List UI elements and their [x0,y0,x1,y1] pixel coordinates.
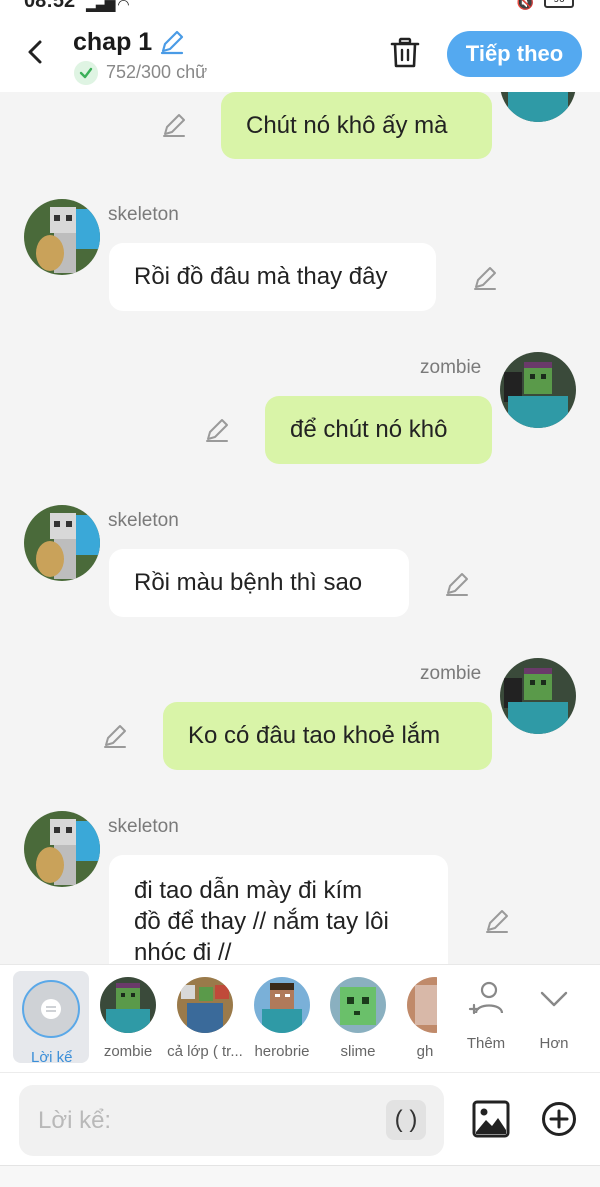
avatar-skeleton[interactable] [24,505,100,581]
narrator-label: Lời kể [31,1049,73,1066]
pencil-icon[interactable] [483,907,511,935]
back-arrow-icon[interactable] [22,38,50,66]
plus-circle-icon[interactable] [541,1101,577,1137]
status-time: 08:52 [24,0,76,12]
narration-icon [41,999,61,1019]
message-bubble[interactable]: để chút nó khô [265,396,492,464]
bottom-divider [0,1165,600,1187]
add-label: Thêm [466,1035,506,1052]
avatar-zombie[interactable] [500,352,576,428]
avatar [254,977,310,1033]
pencil-icon[interactable] [203,416,231,444]
message-bubble[interactable]: đi tao dẫn mày đi kím đồ để thay // nắm … [109,855,448,964]
character-label: slime [340,1043,376,1060]
message-text: để chút nó khô [290,416,448,443]
character-gh[interactable]: gh [395,965,437,1072]
trash-icon[interactable] [388,36,422,70]
message-text-line: đồ để thay // nắm tay lôi [134,908,389,935]
message-text-line: đi tao dẫn mày đi kím [134,877,363,904]
narrator-tab[interactable]: Lời kể [13,971,89,1066]
battery-icon: 96 [544,0,574,8]
character-ca-lop[interactable]: cả lớp ( tr... [165,965,245,1072]
composer-bar: ( ) [0,1072,600,1187]
speaker-name: zombie [420,663,482,684]
signal-icon: ▂▄▆ ◠ [86,0,130,12]
pencil-icon[interactable] [101,722,129,750]
character-label: cả lớp ( tr... [167,1043,243,1060]
more-button[interactable]: Hơn [521,965,587,1072]
message-text: Ko có đâu tao khoẻ lắm [188,722,441,749]
narrator-avatar [22,980,80,1038]
avatar-skeleton[interactable] [24,811,100,887]
character-label: herobrie [254,1043,310,1060]
image-icon[interactable] [472,1100,510,1138]
pencil-icon[interactable] [471,264,499,292]
message-text: Chút nó khô ấy mà [246,111,448,139]
avatar [100,977,156,1033]
character-slime[interactable]: slime [318,965,398,1072]
speaker-name: zombie [420,357,482,378]
message-text-line: nhóc đi // [134,939,232,964]
speaker-name: skeleton [108,510,179,531]
message-bubble[interactable]: Rồi đồ đâu mà thay đây [109,243,436,311]
avatar [407,977,437,1033]
avatar-zombie[interactable] [500,92,576,122]
person-add-icon [468,981,504,1015]
header: chap 1 752/300 chữ Tiếp theo [0,12,600,92]
more-label: Hơn [539,1035,569,1052]
speaker-name: skeleton [108,816,179,837]
chevron-down-icon [540,991,568,1007]
avatar [330,977,386,1033]
parentheses-button[interactable]: ( ) [386,1100,426,1140]
message-bubble[interactable]: Chút nó khô ấy mà [221,92,492,159]
message-text: Rồi đồ đâu mà thay đây [134,263,388,290]
character-label: gh [416,1043,434,1060]
check-icon [74,61,98,85]
character-herobrine[interactable]: herobrie [242,965,322,1072]
message-bubble[interactable]: Ko có đâu tao khoẻ lắm [163,702,492,770]
narration-input[interactable] [19,1085,444,1156]
chapter-title: chap 1 [73,28,153,56]
message-bubble[interactable]: Rồi màu bệnh thì sao [109,549,409,617]
avatar-zombie[interactable] [500,658,576,734]
status-bar: 08:52 ▂▄▆ ◠ 🔇 96 [0,0,600,12]
avatar-skeleton[interactable] [24,199,100,275]
mute-icon: 🔇 [516,0,534,10]
next-button[interactable]: Tiếp theo [447,31,582,77]
pencil-icon[interactable] [160,111,188,139]
pencil-icon[interactable] [443,570,471,598]
character-label: zombie [103,1043,153,1060]
character-bar: Lời kể zombie cả lớp ( tr... herobrie sl… [0,964,600,1072]
message-text: Rồi màu bệnh thì sao [134,569,363,596]
chat-area: Chút nó khô ấy mà skeleton Rồi đồ đâu mà… [0,92,600,964]
speaker-name: skeleton [108,204,179,225]
character-zombie[interactable]: zombie [88,965,168,1072]
add-character-button[interactable]: Thêm [453,965,519,1072]
word-count: 752/300 chữ [106,62,208,82]
avatar [177,977,233,1033]
pencil-icon[interactable] [158,28,186,56]
